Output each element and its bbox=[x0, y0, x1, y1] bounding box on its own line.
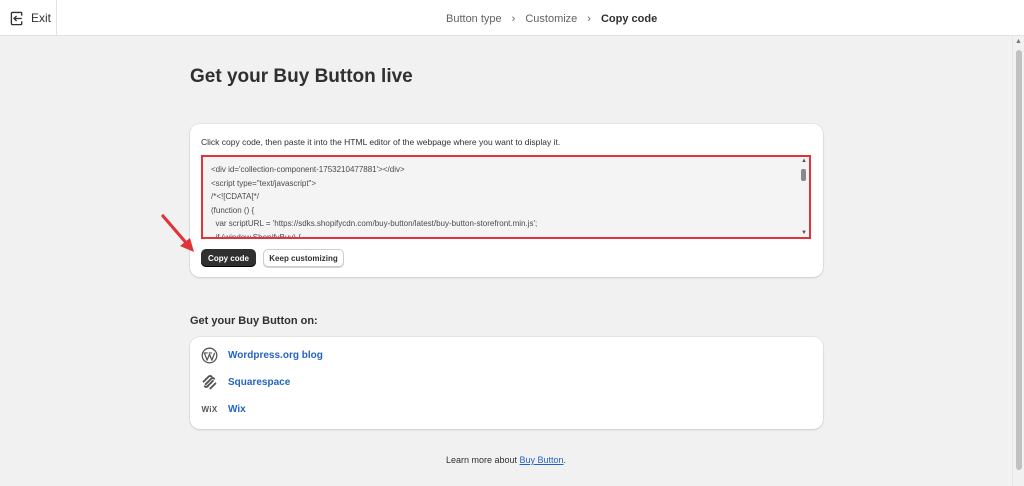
scroll-up-arrow-icon[interactable]: ▲ bbox=[1015, 38, 1022, 45]
breadcrumb-copy-code: Copy code bbox=[600, 13, 658, 25]
platform-wix[interactable]: WiX Wix bbox=[201, 400, 246, 418]
chevron-right-icon: › bbox=[511, 13, 516, 25]
squarespace-icon bbox=[201, 374, 218, 391]
platform-label: Squarespace bbox=[228, 376, 291, 388]
learn-more-text: Learn more about Buy Button. bbox=[0, 455, 1012, 465]
wix-icon: WiX bbox=[201, 401, 218, 418]
platforms-heading: Get your Buy Button on: bbox=[190, 315, 318, 327]
learn-more-suffix: . bbox=[563, 455, 567, 465]
page-title: Get your Buy Button live bbox=[190, 66, 413, 87]
platforms-card: Wordpress.org blog Squarespace WiX Wix bbox=[190, 337, 823, 429]
exit-button[interactable]: Exit bbox=[10, 9, 51, 27]
embed-code: <div id='collection-component-1753210477… bbox=[211, 165, 538, 239]
topbar-divider bbox=[56, 0, 57, 36]
scroll-up-arrow-icon[interactable]: ▲ bbox=[801, 158, 807, 164]
top-bar: Exit Button type › Customize › Copy code bbox=[0, 0, 1024, 36]
breadcrumb-button-type[interactable]: Button type bbox=[446, 13, 502, 25]
code-card: Click copy code, then paste it into the … bbox=[190, 124, 823, 277]
page-scrollbar[interactable]: ▲ bbox=[1012, 36, 1024, 486]
platform-label: Wix bbox=[228, 403, 246, 415]
chevron-right-icon: › bbox=[587, 13, 591, 25]
scroll-down-arrow-icon[interactable]: ▼ bbox=[801, 230, 807, 236]
platform-wordpress[interactable]: Wordpress.org blog bbox=[201, 346, 323, 364]
scrollbar-thumb[interactable] bbox=[1016, 50, 1022, 470]
breadcrumb-customize[interactable]: Customize bbox=[525, 13, 577, 25]
embed-code-textarea[interactable]: <div id='collection-component-1753210477… bbox=[201, 155, 811, 239]
exit-icon bbox=[10, 11, 24, 25]
platform-label: Wordpress.org blog bbox=[228, 349, 323, 361]
breadcrumb: Button type › Customize › Copy code bbox=[446, 12, 657, 26]
wordpress-icon bbox=[201, 347, 218, 364]
code-scrollbar-thumb[interactable] bbox=[801, 169, 806, 181]
buy-button-link[interactable]: Buy Button bbox=[520, 455, 564, 465]
platform-squarespace[interactable]: Squarespace bbox=[201, 373, 290, 391]
annotation-arrow-icon bbox=[161, 214, 194, 252]
wix-logo-text: WiX bbox=[201, 404, 218, 414]
exit-label: Exit bbox=[31, 11, 52, 25]
learn-more-prefix: Learn more about bbox=[445, 455, 520, 465]
copy-code-button[interactable]: Copy code bbox=[201, 249, 256, 267]
keep-customizing-button[interactable]: Keep customizing bbox=[263, 249, 344, 267]
instruction-text: Click copy code, then paste it into the … bbox=[201, 137, 561, 147]
code-scrollbar[interactable]: ▲ ▼ bbox=[799, 157, 809, 237]
